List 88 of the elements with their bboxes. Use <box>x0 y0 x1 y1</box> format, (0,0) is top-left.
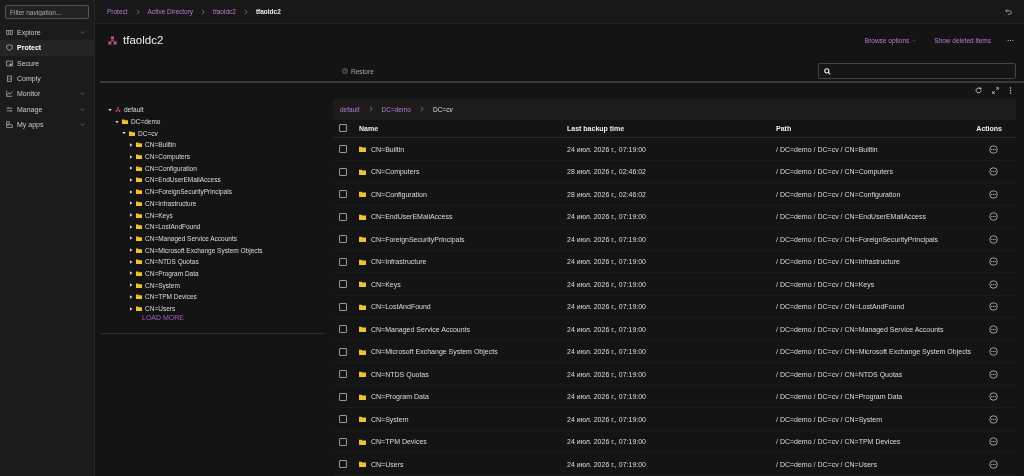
caret-icon[interactable] <box>129 306 133 311</box>
chevron-icon <box>80 92 85 96</box>
select-all-checkbox[interactable] <box>339 124 347 133</box>
row-checkbox[interactable] <box>339 235 347 244</box>
folder-icon <box>359 168 366 175</box>
chevron-icon <box>368 106 373 113</box>
chevron-icon <box>201 8 206 15</box>
columns-icon <box>6 29 13 37</box>
folder-icon <box>359 213 366 220</box>
more-actions-icon[interactable] <box>989 234 998 244</box>
row-checkbox[interactable] <box>339 347 347 356</box>
search-field[interactable] <box>818 63 1016 79</box>
caret-icon[interactable] <box>129 283 133 288</box>
kebab-icon[interactable] <box>1009 87 1012 95</box>
more-actions-icon[interactable] <box>989 189 998 199</box>
caret-icon[interactable] <box>129 166 133 171</box>
chart-icon <box>6 90 13 98</box>
search-icon <box>824 67 831 75</box>
chevron-icon <box>135 8 140 15</box>
caret-icon[interactable] <box>129 259 133 264</box>
more-actions-icon[interactable] <box>989 257 998 267</box>
folder-icon <box>359 393 366 400</box>
clipboard-icon <box>6 75 13 83</box>
chevron-icon <box>80 31 85 35</box>
more-actions-icon[interactable] <box>989 369 998 379</box>
caret-icon[interactable] <box>129 177 133 182</box>
caret-icon[interactable] <box>129 189 133 194</box>
folder-icon <box>359 371 366 378</box>
chevron-icon <box>420 106 424 113</box>
folder-icon <box>359 348 366 355</box>
more-actions-icon[interactable] <box>989 279 998 289</box>
row-checkbox[interactable] <box>339 212 347 221</box>
row-checkbox[interactable] <box>339 415 347 424</box>
folder-icon <box>359 461 366 468</box>
more-icon[interactable] <box>1007 38 1014 42</box>
folder-icon <box>359 191 366 198</box>
chevron-icon <box>243 8 248 15</box>
caret-icon[interactable] <box>129 294 133 299</box>
caret-icon[interactable] <box>129 201 133 206</box>
domain-icon <box>115 107 121 113</box>
caret-icon[interactable] <box>129 271 133 276</box>
caret-icon[interactable] <box>129 224 133 229</box>
caret-icon[interactable] <box>129 142 133 147</box>
folder-icon <box>359 416 366 423</box>
caret-icon[interactable] <box>129 213 133 218</box>
more-actions-icon[interactable] <box>989 459 998 469</box>
more-actions-icon[interactable] <box>989 212 998 222</box>
caret-icon[interactable] <box>129 248 133 253</box>
row-checkbox[interactable] <box>339 280 347 289</box>
more-actions-icon[interactable] <box>989 324 998 334</box>
folder-icon <box>359 281 366 288</box>
row-checkbox[interactable] <box>339 190 347 199</box>
more-actions-icon[interactable] <box>989 437 998 447</box>
folder-icon <box>359 236 366 243</box>
screen-icon <box>6 59 13 67</box>
row-checkbox[interactable] <box>339 392 347 401</box>
more-actions-icon[interactable] <box>989 144 998 154</box>
apps-icon <box>6 120 13 128</box>
folder-icon <box>359 146 366 153</box>
row-checkbox[interactable] <box>339 257 347 266</box>
row-checkbox[interactable] <box>339 325 347 334</box>
expand-icon[interactable] <box>992 87 999 95</box>
shield-icon <box>6 44 13 52</box>
row-checkbox[interactable] <box>339 167 347 176</box>
domain-icon <box>108 35 117 45</box>
refresh-icon[interactable] <box>975 87 982 95</box>
row-checkbox[interactable] <box>339 370 347 379</box>
sliders-icon <box>6 105 13 113</box>
chevron-icon <box>80 122 85 126</box>
folder-icon <box>359 258 366 265</box>
row-checkbox[interactable] <box>339 145 347 154</box>
more-actions-icon[interactable] <box>989 392 998 402</box>
row-checkbox[interactable] <box>339 437 347 446</box>
row-checkbox[interactable] <box>339 302 347 311</box>
caret-icon[interactable] <box>129 154 133 159</box>
clock-icon <box>342 68 348 74</box>
folder-icon <box>359 326 366 333</box>
more-actions-icon[interactable] <box>989 347 998 357</box>
folder-icon <box>359 303 366 310</box>
row-checkbox[interactable] <box>339 460 347 469</box>
folder-icon <box>359 438 366 445</box>
more-actions-icon[interactable] <box>989 414 998 424</box>
more-actions-icon[interactable] <box>989 302 998 312</box>
undo-icon[interactable] <box>1005 8 1012 15</box>
chevron-icon <box>80 107 85 111</box>
caret-icon[interactable] <box>129 236 133 241</box>
more-actions-icon[interactable] <box>989 167 998 177</box>
page-title: tfaoldc2 <box>123 34 164 46</box>
